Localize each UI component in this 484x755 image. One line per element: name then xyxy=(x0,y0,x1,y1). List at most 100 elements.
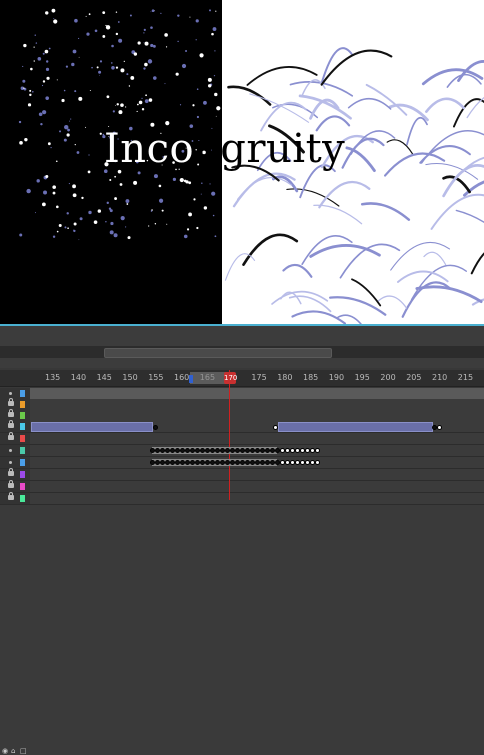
particle xyxy=(68,182,70,185)
lock-icon[interactable] xyxy=(8,492,14,500)
particle xyxy=(109,178,112,181)
layer-color-swatch[interactable] xyxy=(20,412,25,419)
particle xyxy=(86,32,90,36)
layer-controls xyxy=(0,457,30,468)
ruler-label: 145 xyxy=(96,373,112,382)
particle xyxy=(181,63,187,69)
layer-color-swatch[interactable] xyxy=(20,435,25,442)
particle xyxy=(120,216,125,221)
layer-color-swatch[interactable] xyxy=(20,459,25,466)
layer-row[interactable] xyxy=(0,492,484,505)
lock-icon[interactable] xyxy=(8,409,14,417)
particle xyxy=(158,184,162,188)
particle xyxy=(196,88,199,91)
particle xyxy=(56,205,59,209)
particle xyxy=(78,239,80,241)
particle xyxy=(193,198,196,201)
layer-color-swatch[interactable] xyxy=(20,495,25,502)
particle xyxy=(56,230,59,233)
particle xyxy=(85,15,87,17)
particle xyxy=(200,193,202,195)
particle xyxy=(76,151,80,154)
eye-icon[interactable]: ◉ xyxy=(2,747,8,755)
layer-controls xyxy=(0,492,30,504)
particle xyxy=(67,227,69,230)
scrollbar-thumb[interactable] xyxy=(104,348,332,358)
keyframe[interactable] xyxy=(153,425,158,430)
particle xyxy=(126,73,129,76)
stage-title-text[interactable]: Incongruity xyxy=(104,126,345,172)
particle xyxy=(36,179,40,183)
particle xyxy=(105,24,107,27)
particle xyxy=(29,93,32,97)
particle xyxy=(32,91,34,93)
brush-stroke xyxy=(406,116,428,146)
layer-row[interactable] xyxy=(0,468,484,481)
brush-stroke xyxy=(236,176,292,200)
blank-keyframe[interactable] xyxy=(437,425,442,430)
particle xyxy=(213,75,216,77)
layer-row[interactable] xyxy=(0,432,484,445)
particle xyxy=(27,103,32,107)
dot-icon[interactable] xyxy=(9,461,12,464)
keyframe[interactable] xyxy=(315,448,320,453)
particle xyxy=(183,234,188,239)
lock-icon[interactable] xyxy=(8,420,14,428)
particle xyxy=(211,32,214,36)
layer-color-swatch[interactable] xyxy=(20,471,25,478)
motion-tween[interactable] xyxy=(278,422,433,432)
brush-stroke xyxy=(442,164,484,198)
particle xyxy=(89,90,91,92)
particle xyxy=(158,198,164,203)
particle xyxy=(41,202,46,207)
layer-color-swatch[interactable] xyxy=(20,483,25,490)
brush-stroke xyxy=(470,252,484,275)
particle xyxy=(48,47,51,50)
particle xyxy=(185,50,188,53)
lock-icon[interactable] xyxy=(8,432,14,440)
particle xyxy=(77,37,80,40)
particle xyxy=(207,77,212,82)
layer-row[interactable] xyxy=(0,480,484,493)
particle xyxy=(22,65,24,68)
particle xyxy=(44,49,49,54)
particle xyxy=(177,14,180,17)
particle xyxy=(45,96,50,100)
particle xyxy=(51,8,56,13)
lock-icon[interactable] xyxy=(8,468,14,476)
particle xyxy=(185,180,189,184)
dot-icon[interactable] xyxy=(9,449,12,452)
lock-icon[interactable] xyxy=(8,398,14,406)
layer-color-swatch[interactable] xyxy=(20,423,25,430)
particle xyxy=(52,185,56,189)
particle xyxy=(172,177,177,181)
layer-color-swatch[interactable] xyxy=(20,390,25,397)
layer-controls xyxy=(0,432,30,444)
layer-color-swatch[interactable] xyxy=(20,401,25,408)
title-left-part: Inco xyxy=(104,126,195,172)
particle xyxy=(116,103,119,106)
stage-canvas[interactable]: Incongruity xyxy=(0,0,484,326)
brush-stroke xyxy=(383,152,446,177)
particle xyxy=(56,79,58,81)
onion-skin-start-marker[interactable] xyxy=(189,375,193,383)
lock-icon[interactable]: ⌂ xyxy=(11,747,15,755)
lock-icon[interactable] xyxy=(8,480,14,488)
particle xyxy=(164,33,168,37)
dot-icon[interactable] xyxy=(9,392,12,395)
particle xyxy=(71,62,75,67)
motion-tween[interactable] xyxy=(31,422,153,432)
particle xyxy=(189,16,191,18)
ruler-label: 160 xyxy=(174,373,190,382)
particle xyxy=(136,103,139,106)
particle xyxy=(81,196,84,200)
onion-skin-range[interactable] xyxy=(190,372,226,384)
particle xyxy=(148,98,153,102)
particle xyxy=(214,92,218,97)
keyframe[interactable] xyxy=(315,460,320,465)
particle xyxy=(160,12,162,14)
particle xyxy=(105,25,111,30)
outline-icon[interactable]: □ xyxy=(20,747,27,755)
particle xyxy=(97,209,102,213)
layer-color-swatch[interactable] xyxy=(20,447,25,454)
